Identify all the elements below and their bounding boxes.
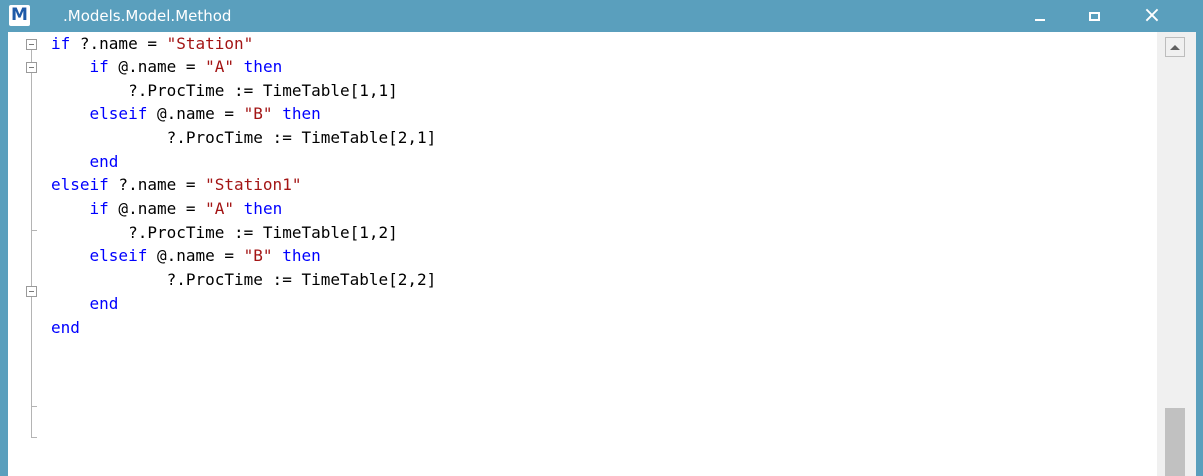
fold-toggle-icon[interactable] <box>26 62 37 73</box>
code-line[interactable]: ?.ProcTime := TimeTable[2,2] <box>51 268 437 292</box>
code-keyword: elseif <box>51 175 109 194</box>
app-logo-letter: M <box>11 5 28 25</box>
code-keyword: elseif <box>89 104 148 123</box>
app-logo-icon: M <box>9 5 30 26</box>
code-text: @.name = <box>108 57 206 76</box>
code-string: "A" <box>205 57 235 76</box>
code-keyword: elseif <box>89 246 148 265</box>
fold-guide-line <box>31 73 32 230</box>
code-line[interactable]: elseif ?.name = "Station1" <box>51 173 301 197</box>
code-text: ?.ProcTime := TimeTable[1,2] <box>51 223 398 242</box>
code-keyword: then <box>243 199 283 218</box>
code-line[interactable]: end <box>51 150 119 174</box>
code-string: "B" <box>243 104 273 123</box>
code-line[interactable]: ?.ProcTime := TimeTable[2,1] <box>51 126 437 150</box>
scroll-thumb[interactable] <box>1165 408 1185 476</box>
code-string: "A" <box>205 199 235 218</box>
minimize-icon <box>1035 19 1045 21</box>
code-keyword: end <box>89 294 119 313</box>
code-text: ?.ProcTime := TimeTable[1,1] <box>51 81 398 100</box>
scroll-up-arrow-icon <box>1170 44 1180 50</box>
maximize-icon <box>1088 11 1100 21</box>
maximize-button[interactable] <box>1071 0 1117 32</box>
fold-toggle-icon[interactable] <box>26 39 37 50</box>
code-keyword: then <box>243 57 283 76</box>
fold-guide-line <box>31 407 32 437</box>
code-text: @.name = <box>147 104 244 123</box>
code-line[interactable]: elseif @.name = "B" then <box>51 244 321 268</box>
vertical-scrollbar[interactable] <box>1157 32 1196 476</box>
code-line[interactable]: end <box>51 292 119 316</box>
code-line[interactable]: ?.ProcTime := TimeTable[1,2] <box>51 221 398 245</box>
code-text: @.name = <box>108 199 206 218</box>
close-button[interactable]: × <box>1129 0 1175 32</box>
code-text: ?.ProcTime := TimeTable[2,2] <box>51 270 437 289</box>
fold-guide-line <box>31 297 32 406</box>
code-text: ?.ProcTime := TimeTable[2,1] <box>51 128 437 147</box>
fold-end-tick <box>31 437 37 438</box>
code-editor[interactable]: if ?.name = "Station" if @.name = "A" th… <box>8 32 1196 476</box>
scroll-up-button[interactable] <box>1165 37 1185 57</box>
code-keyword: end <box>51 318 80 337</box>
window-title: .Models.Model.Method <box>63 7 232 25</box>
code-keyword: then <box>282 104 321 123</box>
code-line[interactable]: if @.name = "A" then <box>51 197 283 221</box>
minimize-button[interactable] <box>1017 0 1063 32</box>
code-keyword: if <box>89 199 109 218</box>
code-line[interactable]: if @.name = "A" then <box>51 55 283 79</box>
code-text: @.name = <box>147 246 244 265</box>
code-string: "Station1" <box>205 175 302 194</box>
code-line[interactable]: end <box>51 316 80 340</box>
code-string: "B" <box>243 246 273 265</box>
code-text-area[interactable]: if ?.name = "Station" if @.name = "A" th… <box>51 32 1157 476</box>
code-keyword: then <box>282 246 321 265</box>
code-text: ?.name = <box>70 34 167 53</box>
fold-guide-line <box>31 231 32 286</box>
fold-gutter <box>8 32 51 476</box>
code-keyword: if <box>51 34 71 53</box>
code-keyword: end <box>89 152 119 171</box>
code-string: "Station" <box>166 34 254 53</box>
code-text: ?.name = <box>108 175 206 194</box>
title-bar[interactable]: M .Models.Model.Method × <box>0 0 1203 32</box>
code-keyword: if <box>89 57 109 76</box>
fold-toggle-icon[interactable] <box>26 286 37 297</box>
editor-window: M .Models.Model.Method × if ?.name = "St… <box>0 0 1203 476</box>
close-icon: × <box>1142 3 1162 28</box>
code-line[interactable]: if ?.name = "Station" <box>51 32 253 56</box>
fold-guide-line <box>31 50 32 62</box>
code-line[interactable]: ?.ProcTime := TimeTable[1,1] <box>51 79 398 103</box>
code-line[interactable]: elseif @.name = "B" then <box>51 102 321 126</box>
